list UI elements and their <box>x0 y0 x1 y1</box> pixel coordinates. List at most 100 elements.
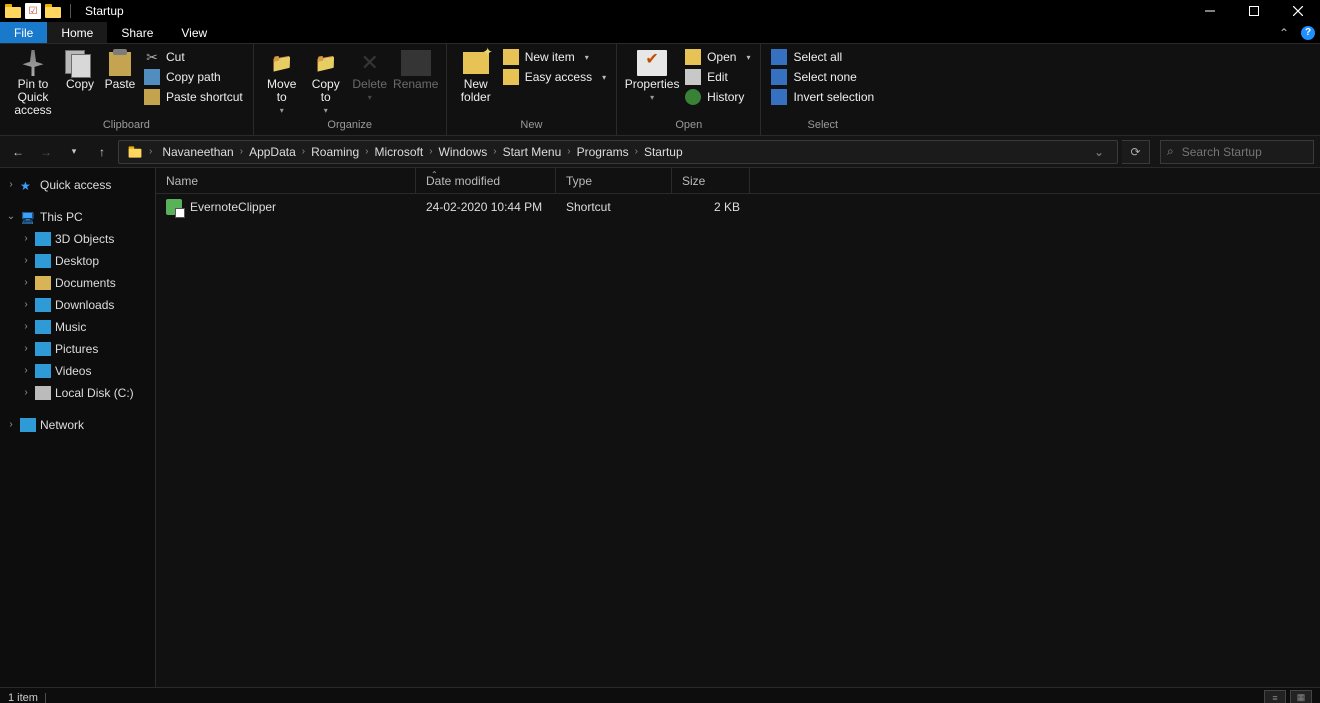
collapse-ribbon-button[interactable]: ⌃ <box>1272 22 1296 43</box>
tree-quick-access[interactable]: › ★ Quick access <box>0 174 155 196</box>
breadcrumb-segment[interactable]: Navaneethan <box>158 145 237 159</box>
search-input[interactable] <box>1180 144 1320 160</box>
easy-access-button[interactable]: Easy access▾ <box>499 68 610 86</box>
chevron-right-icon: › <box>427 146 434 157</box>
nav-tree: › ★ Quick access ⌄ 🖥 This PC ›3D Objects… <box>0 168 156 687</box>
address-bar[interactable]: › Navaneethan›AppData›Roaming›Microsoft›… <box>118 140 1118 164</box>
qat-folder-icon[interactable] <box>44 2 62 20</box>
rename-button[interactable]: Rename <box>392 46 440 91</box>
copy-label: Copy <box>66 78 94 91</box>
details-view-button[interactable]: ≡ <box>1264 690 1286 703</box>
close-button[interactable] <box>1276 0 1320 22</box>
history-button[interactable]: History <box>681 88 754 106</box>
tree-item-label: Documents <box>55 275 116 291</box>
minimize-button[interactable] <box>1188 0 1232 22</box>
search-box[interactable]: ⌕ <box>1160 140 1314 164</box>
address-dropdown-button[interactable]: ⌄ <box>1085 145 1113 159</box>
chevron-right-icon: › <box>300 146 307 157</box>
star-icon: ★ <box>20 178 36 192</box>
tab-share[interactable]: Share <box>107 22 167 43</box>
paste-shortcut-button[interactable]: Paste shortcut <box>140 88 247 106</box>
breadcrumb-segment[interactable]: Startup <box>640 145 687 159</box>
title-bar: ☑ Startup <box>0 0 1320 22</box>
network-icon <box>20 418 36 432</box>
recent-locations-button[interactable]: ▾ <box>62 140 86 164</box>
copy-path-icon <box>144 69 160 85</box>
help-button[interactable]: ? <box>1296 22 1320 43</box>
select-all-button[interactable]: Select all <box>767 48 878 66</box>
breadcrumb-root-icon[interactable]: › <box>123 145 158 159</box>
copy-button[interactable]: Copy <box>60 46 100 91</box>
tree-item-label: Pictures <box>55 341 98 357</box>
col-name-label: Name <box>166 174 198 188</box>
new-folder-label: New folder <box>461 78 491 104</box>
chevron-right-icon: › <box>363 146 370 157</box>
file-row[interactable]: EvernoteClipper24-02-2020 10:44 PMShortc… <box>156 194 1320 220</box>
col-name[interactable]: Name <box>156 168 416 193</box>
scissors-icon: ✂ <box>144 49 160 65</box>
new-item-button[interactable]: New item▾ <box>499 48 610 66</box>
move-to-button[interactable]: 📁 Move to ▾ <box>260 46 304 117</box>
breadcrumb-segment[interactable]: Start Menu <box>499 145 566 159</box>
delete-button[interactable]: ✕ Delete ▾ <box>348 46 392 104</box>
open-button[interactable]: Open▾ <box>681 48 754 66</box>
tree-item[interactable]: ›Downloads <box>15 294 155 316</box>
tree-network[interactable]: › Network <box>0 414 155 436</box>
cut-button[interactable]: ✂Cut <box>140 48 247 66</box>
new-item-label: New item <box>525 50 575 64</box>
tree-this-pc[interactable]: ⌄ 🖥 This PC <box>0 206 155 228</box>
tree-item[interactable]: ›3D Objects <box>15 228 155 250</box>
tree-item[interactable]: ›Documents <box>15 272 155 294</box>
col-size-label: Size <box>682 174 705 188</box>
thumbnails-view-button[interactable]: ▦ <box>1290 690 1312 703</box>
back-button[interactable]: ← <box>6 140 30 164</box>
breadcrumb-segment[interactable]: Microsoft <box>371 145 428 159</box>
history-label: History <box>707 90 744 104</box>
open-label: Open <box>707 50 736 64</box>
breadcrumb-segment[interactable]: Windows <box>435 145 492 159</box>
tree-item-icon <box>35 342 51 356</box>
file-size: 2 KB <box>672 200 750 214</box>
qat-item[interactable]: ☑ <box>24 2 42 20</box>
tree-item-icon <box>35 364 51 378</box>
tab-view[interactable]: View <box>167 22 221 43</box>
up-button[interactable]: ↑ <box>90 140 114 164</box>
ribbon-group-open: Properties ▾ Open▾ Edit History Open <box>617 44 761 135</box>
copy-to-button[interactable]: 📁 Copy to ▾ <box>304 46 348 117</box>
forward-button[interactable]: → <box>34 140 58 164</box>
tree-item[interactable]: ›Videos <box>15 360 155 382</box>
tab-home[interactable]: Home <box>47 22 107 43</box>
organize-group-label: Organize <box>260 119 440 133</box>
maximize-button[interactable] <box>1232 0 1276 22</box>
edit-button[interactable]: Edit <box>681 68 754 86</box>
refresh-button[interactable]: ⟳ <box>1122 140 1150 164</box>
tree-item-label: 3D Objects <box>55 231 114 247</box>
col-size[interactable]: Size <box>672 168 750 193</box>
invert-selection-button[interactable]: Invert selection <box>767 88 878 106</box>
tree-item-icon <box>35 276 51 290</box>
tree-item[interactable]: ›Local Disk (C:) <box>15 382 155 404</box>
tree-item-icon <box>35 320 51 334</box>
col-type[interactable]: Type <box>556 168 672 193</box>
new-folder-button[interactable]: New folder <box>453 46 499 104</box>
copy-path-button[interactable]: Copy path <box>140 68 247 86</box>
breadcrumb-segment[interactable]: AppData <box>245 145 300 159</box>
paste-button[interactable]: Paste <box>100 46 140 91</box>
new-group-label: New <box>453 119 610 133</box>
breadcrumb-segment[interactable]: Roaming <box>307 145 363 159</box>
select-none-button[interactable]: Select none <box>767 68 878 86</box>
tree-network-label: Network <box>40 417 84 433</box>
tree-item[interactable]: ›Music <box>15 316 155 338</box>
tree-item[interactable]: ›Desktop <box>15 250 155 272</box>
chevron-right-icon: › <box>238 146 245 157</box>
properties-button[interactable]: Properties ▾ <box>623 46 681 104</box>
breadcrumb-segment[interactable]: Programs <box>573 145 633 159</box>
tree-item-label: Downloads <box>55 297 114 313</box>
pin-quick-access-button[interactable]: Pin to Quick access <box>6 46 60 117</box>
tree-item-icon <box>35 298 51 312</box>
tree-quick-access-label: Quick access <box>40 177 111 193</box>
tree-item[interactable]: ›Pictures <box>15 338 155 360</box>
select-all-icon <box>771 49 787 65</box>
tab-file[interactable]: File <box>0 22 47 43</box>
search-icon: ⌕ <box>1167 144 1174 159</box>
